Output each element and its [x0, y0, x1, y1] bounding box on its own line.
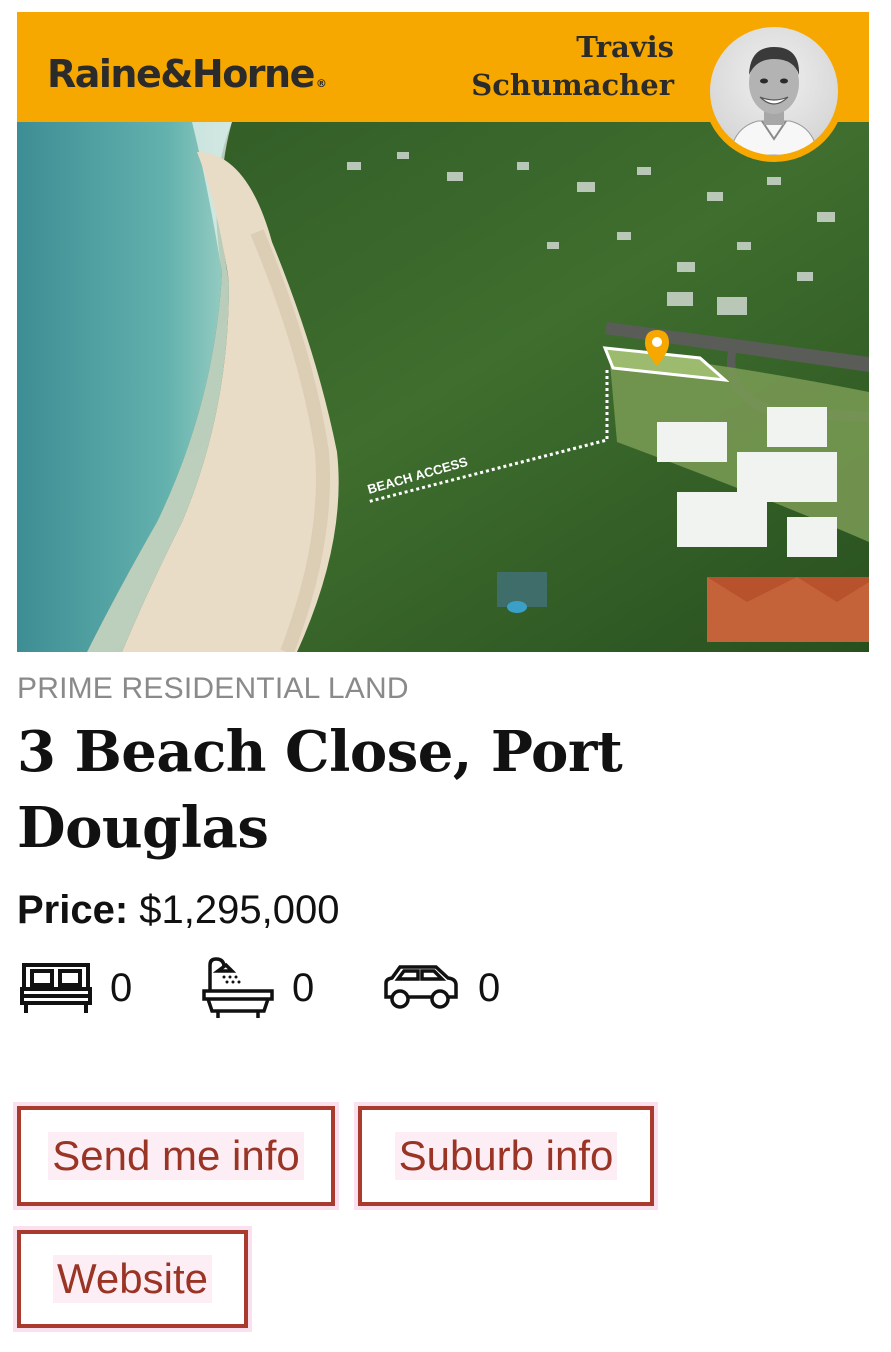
bathrooms-feature: 0	[202, 955, 314, 1021]
bed-icon	[20, 963, 92, 1013]
bedrooms-count: 0	[110, 965, 133, 1010]
brand-name: Raine&Horne	[47, 52, 315, 96]
property-category: PRIME RESIDENTIAL LAND	[17, 672, 409, 705]
suburb-info-button[interactable]: Suburb info	[358, 1106, 654, 1206]
send-info-button[interactable]: Send me info	[17, 1106, 335, 1206]
price-value: $1,295,000	[139, 888, 340, 932]
parking-feature: 0	[382, 955, 500, 1021]
property-features: 0 0 0	[17, 955, 869, 1025]
price-row: Price: $1,295,000	[17, 888, 869, 933]
parking-count: 0	[478, 965, 501, 1010]
property-title[interactable]: 3 Beach Close, Port Douglas	[17, 714, 777, 866]
website-button[interactable]: Website	[17, 1230, 248, 1328]
bedrooms-feature: 0	[20, 955, 132, 1021]
agent-last-name: Schumacher	[471, 68, 674, 102]
agent-first-name: Travis	[576, 30, 674, 64]
agent-avatar[interactable]	[703, 20, 845, 162]
agent-portrait	[710, 27, 838, 155]
listing-card: Raine&Horne ® Travis Schumacher BEACH AC…	[17, 12, 869, 1025]
car-icon	[384, 965, 458, 1009]
price-label: Price:	[17, 888, 129, 932]
agent-name[interactable]: Travis Schumacher	[471, 28, 674, 104]
brand-logo[interactable]: Raine&Horne ®	[47, 52, 327, 96]
website-label: Website	[53, 1255, 212, 1303]
agent-header: Raine&Horne ® Travis Schumacher	[17, 12, 869, 162]
bathrooms-count: 0	[292, 965, 315, 1010]
property-photo[interactable]: BEACH ACCESS	[17, 122, 869, 652]
brand-registered-mark: ®	[315, 77, 327, 90]
send-info-label: Send me info	[48, 1132, 304, 1180]
suburb-info-label: Suburb info	[394, 1132, 618, 1180]
bath-icon	[202, 957, 274, 1018]
